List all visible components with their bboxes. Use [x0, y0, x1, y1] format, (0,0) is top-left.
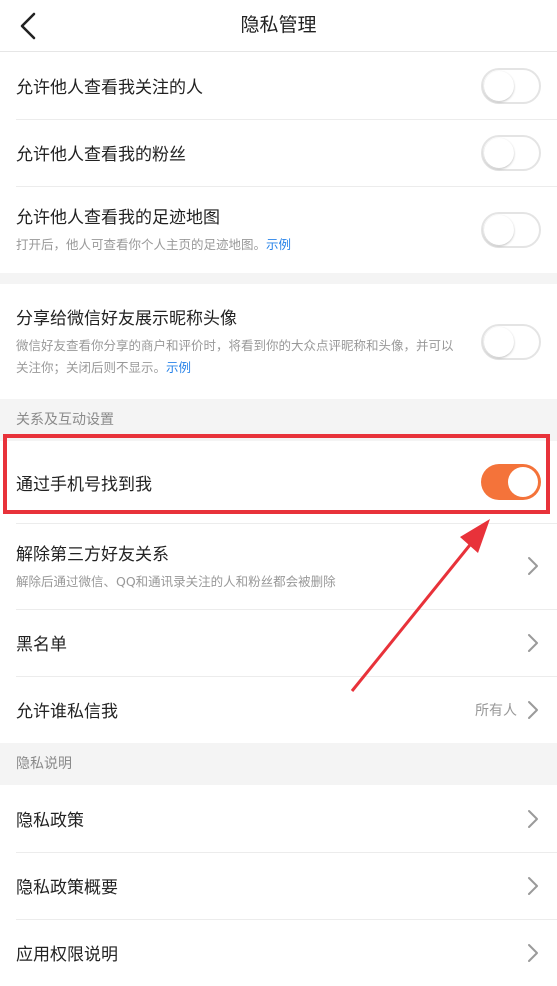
setting-label: 应用权限说明	[16, 945, 118, 965]
chevron-right-icon	[528, 700, 538, 719]
example-link[interactable]: 示例	[266, 237, 291, 252]
setting-label: 隐私政策	[16, 811, 84, 831]
chevron-right-icon	[528, 633, 538, 652]
setting-label: 通过手机号找到我	[16, 474, 152, 495]
chevron-right-icon	[528, 557, 538, 575]
setting-label: 隐私政策概要	[16, 878, 118, 898]
setting-row-privacy-policy[interactable]: 隐私政策	[0, 785, 557, 852]
setting-label: 解除第三方好友关系	[16, 544, 169, 565]
section-title-privacy: 隐私说明	[0, 743, 557, 785]
toggle-find-by-phone[interactable]	[481, 464, 541, 500]
chevron-right-icon	[528, 876, 538, 895]
setting-row-blacklist[interactable]: 黑名单	[0, 609, 557, 676]
setting-row-view-following: 允许他人查看我关注的人	[0, 52, 557, 119]
section-title-relation: 关系及互动设置	[0, 399, 557, 441]
wechat-share-group: 分享给微信好友展示昵称头像 微信好友查看你分享的商户和评价时，将看到你的大众点评…	[0, 284, 557, 399]
relation-settings-group: 通过手机号找到我 解除第三方好友关系 解除后通过微信、QQ和通讯录关注的人和粉丝…	[0, 441, 557, 743]
example-link[interactable]: 示例	[166, 360, 191, 375]
setting-label: 分享给微信好友展示昵称头像	[16, 309, 237, 329]
setting-label: 黑名单	[16, 635, 67, 655]
setting-row-view-fans: 允许他人查看我的粉丝	[0, 119, 557, 186]
setting-label: 允许他人查看我的足迹地图	[16, 208, 220, 228]
setting-label: 允许谁私信我	[16, 702, 118, 722]
setting-label: 允许他人查看我的粉丝	[16, 145, 186, 165]
allow-dm-value: 所有人	[475, 702, 517, 719]
visibility-settings-group: 允许他人查看我关注的人 允许他人查看我的粉丝 允许他人查看我的足迹地图 打开后，…	[0, 52, 557, 273]
top-bar: 隐私管理	[0, 0, 557, 52]
setting-description: 打开后，他人可查看你个人主页的足迹地图。示例	[16, 237, 292, 252]
chevron-right-icon	[528, 943, 538, 962]
setting-label: 允许他人查看我关注的人	[16, 78, 203, 98]
setting-description: 解除后通过微信、QQ和通讯录关注的人和粉丝都会被删除	[16, 573, 336, 589]
toggle-view-fans[interactable]	[481, 134, 541, 171]
setting-row-app-permissions[interactable]: 应用权限说明	[0, 919, 557, 986]
toggle-wechat-share[interactable]	[481, 323, 541, 360]
setting-row-wechat-share: 分享给微信好友展示昵称头像 微信好友查看你分享的商户和评价时，将看到你的大众点评…	[0, 284, 557, 399]
setting-row-find-by-phone: 通过手机号找到我	[0, 441, 557, 523]
toggle-footprint-map[interactable]	[481, 211, 541, 248]
setting-description: 微信好友查看你分享的商户和评价时，将看到你的大众点评昵称和头像，并可以关注你；关…	[16, 338, 454, 375]
toggle-view-following[interactable]	[481, 67, 541, 104]
setting-row-privacy-summary[interactable]: 隐私政策概要	[0, 852, 557, 919]
setting-row-remove-third-party[interactable]: 解除第三方好友关系 解除后通过微信、QQ和通讯录关注的人和粉丝都会被删除	[0, 523, 557, 609]
page-title: 隐私管理	[240, 14, 317, 36]
section-divider	[0, 273, 557, 284]
privacy-docs-group: 隐私政策 隐私政策概要 应用权限说明	[0, 785, 557, 986]
privacy-page: 隐私管理 允许他人查看我关注的人 允许他人查看我的粉丝 允许他人查看我的足迹地图…	[0, 0, 557, 986]
chevron-right-icon	[528, 809, 538, 828]
setting-row-allow-dm[interactable]: 允许谁私信我 所有人	[0, 676, 557, 743]
setting-row-footprint-map: 允许他人查看我的足迹地图 打开后，他人可查看你个人主页的足迹地图。示例	[0, 186, 557, 273]
